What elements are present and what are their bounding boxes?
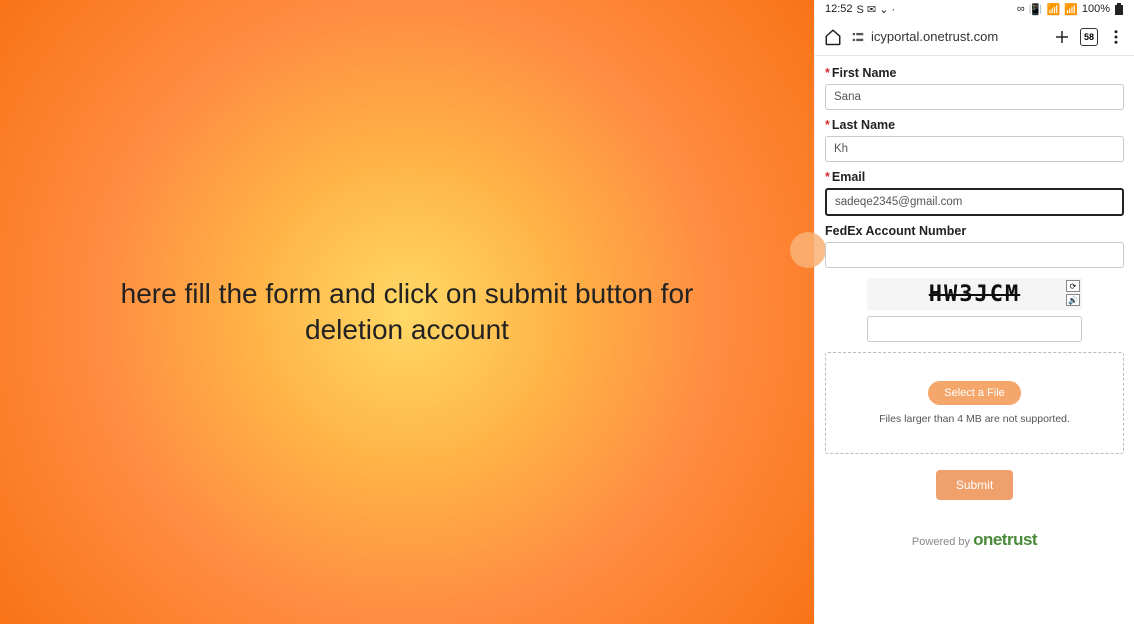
wifi-icon: 📶 bbox=[1046, 3, 1060, 16]
browser-url-bar: icyportal.onetrust.com 58 bbox=[815, 18, 1134, 56]
form-content: *First Name *Last Name *Email FedEx Acco… bbox=[815, 56, 1134, 624]
status-bar: 12:52 S ✉ ⌄ · ∞ 📳 📶 📶 100% bbox=[815, 0, 1134, 18]
battery-icon bbox=[1114, 3, 1124, 15]
captcha-audio-icon[interactable]: 🔊 bbox=[1066, 294, 1080, 306]
file-upload-box[interactable]: Select a File Files larger than 4 MB are… bbox=[825, 352, 1124, 454]
vpn-icon: ∞ bbox=[1017, 3, 1025, 15]
instruction-text: here fill the form and click on submit b… bbox=[121, 276, 694, 349]
status-time: 12:52 bbox=[825, 3, 853, 15]
last-name-input[interactable] bbox=[825, 136, 1124, 162]
vibrate-icon: 📳 bbox=[1029, 3, 1043, 16]
file-size-hint: Files larger than 4 MB are not supported… bbox=[836, 413, 1113, 425]
account-number-label: FedEx Account Number bbox=[825, 224, 1124, 238]
battery-text: 100% bbox=[1082, 3, 1110, 15]
captcha-input[interactable] bbox=[867, 316, 1082, 342]
status-indicators: S ✉ ⌄ · bbox=[857, 3, 896, 16]
phone-screen: 12:52 S ✉ ⌄ · ∞ 📳 📶 📶 100% icyportal.one… bbox=[814, 0, 1134, 624]
first-name-input[interactable] bbox=[825, 84, 1124, 110]
last-name-label: *Last Name bbox=[825, 118, 1124, 132]
captcha-refresh-icon[interactable]: ⟳ bbox=[1066, 280, 1080, 292]
email-label: *Email bbox=[825, 170, 1124, 184]
captcha-image: HW3JCM ⟳ 🔊 bbox=[867, 278, 1082, 310]
home-icon[interactable] bbox=[823, 27, 843, 47]
submit-button[interactable]: Submit bbox=[936, 470, 1013, 500]
menu-icon[interactable] bbox=[1106, 27, 1126, 47]
footer: Powered by onetrust bbox=[825, 530, 1124, 550]
url-display[interactable]: icyportal.onetrust.com bbox=[851, 29, 1044, 44]
site-settings-icon bbox=[851, 30, 865, 44]
tab-count[interactable]: 58 bbox=[1080, 28, 1098, 46]
onetrust-brand: onetrust bbox=[973, 530, 1037, 549]
signal-icon: 📶 bbox=[1064, 3, 1078, 16]
new-tab-icon[interactable] bbox=[1052, 27, 1072, 47]
first-name-label: *First Name bbox=[825, 66, 1124, 80]
account-number-input[interactable] bbox=[825, 242, 1124, 268]
captcha-text: HW3JCM bbox=[929, 282, 1020, 307]
select-file-button[interactable]: Select a File bbox=[928, 381, 1021, 405]
captcha-section: HW3JCM ⟳ 🔊 bbox=[825, 278, 1124, 342]
instruction-panel: here fill the form and click on submit b… bbox=[0, 0, 814, 624]
email-input[interactable] bbox=[825, 188, 1124, 216]
